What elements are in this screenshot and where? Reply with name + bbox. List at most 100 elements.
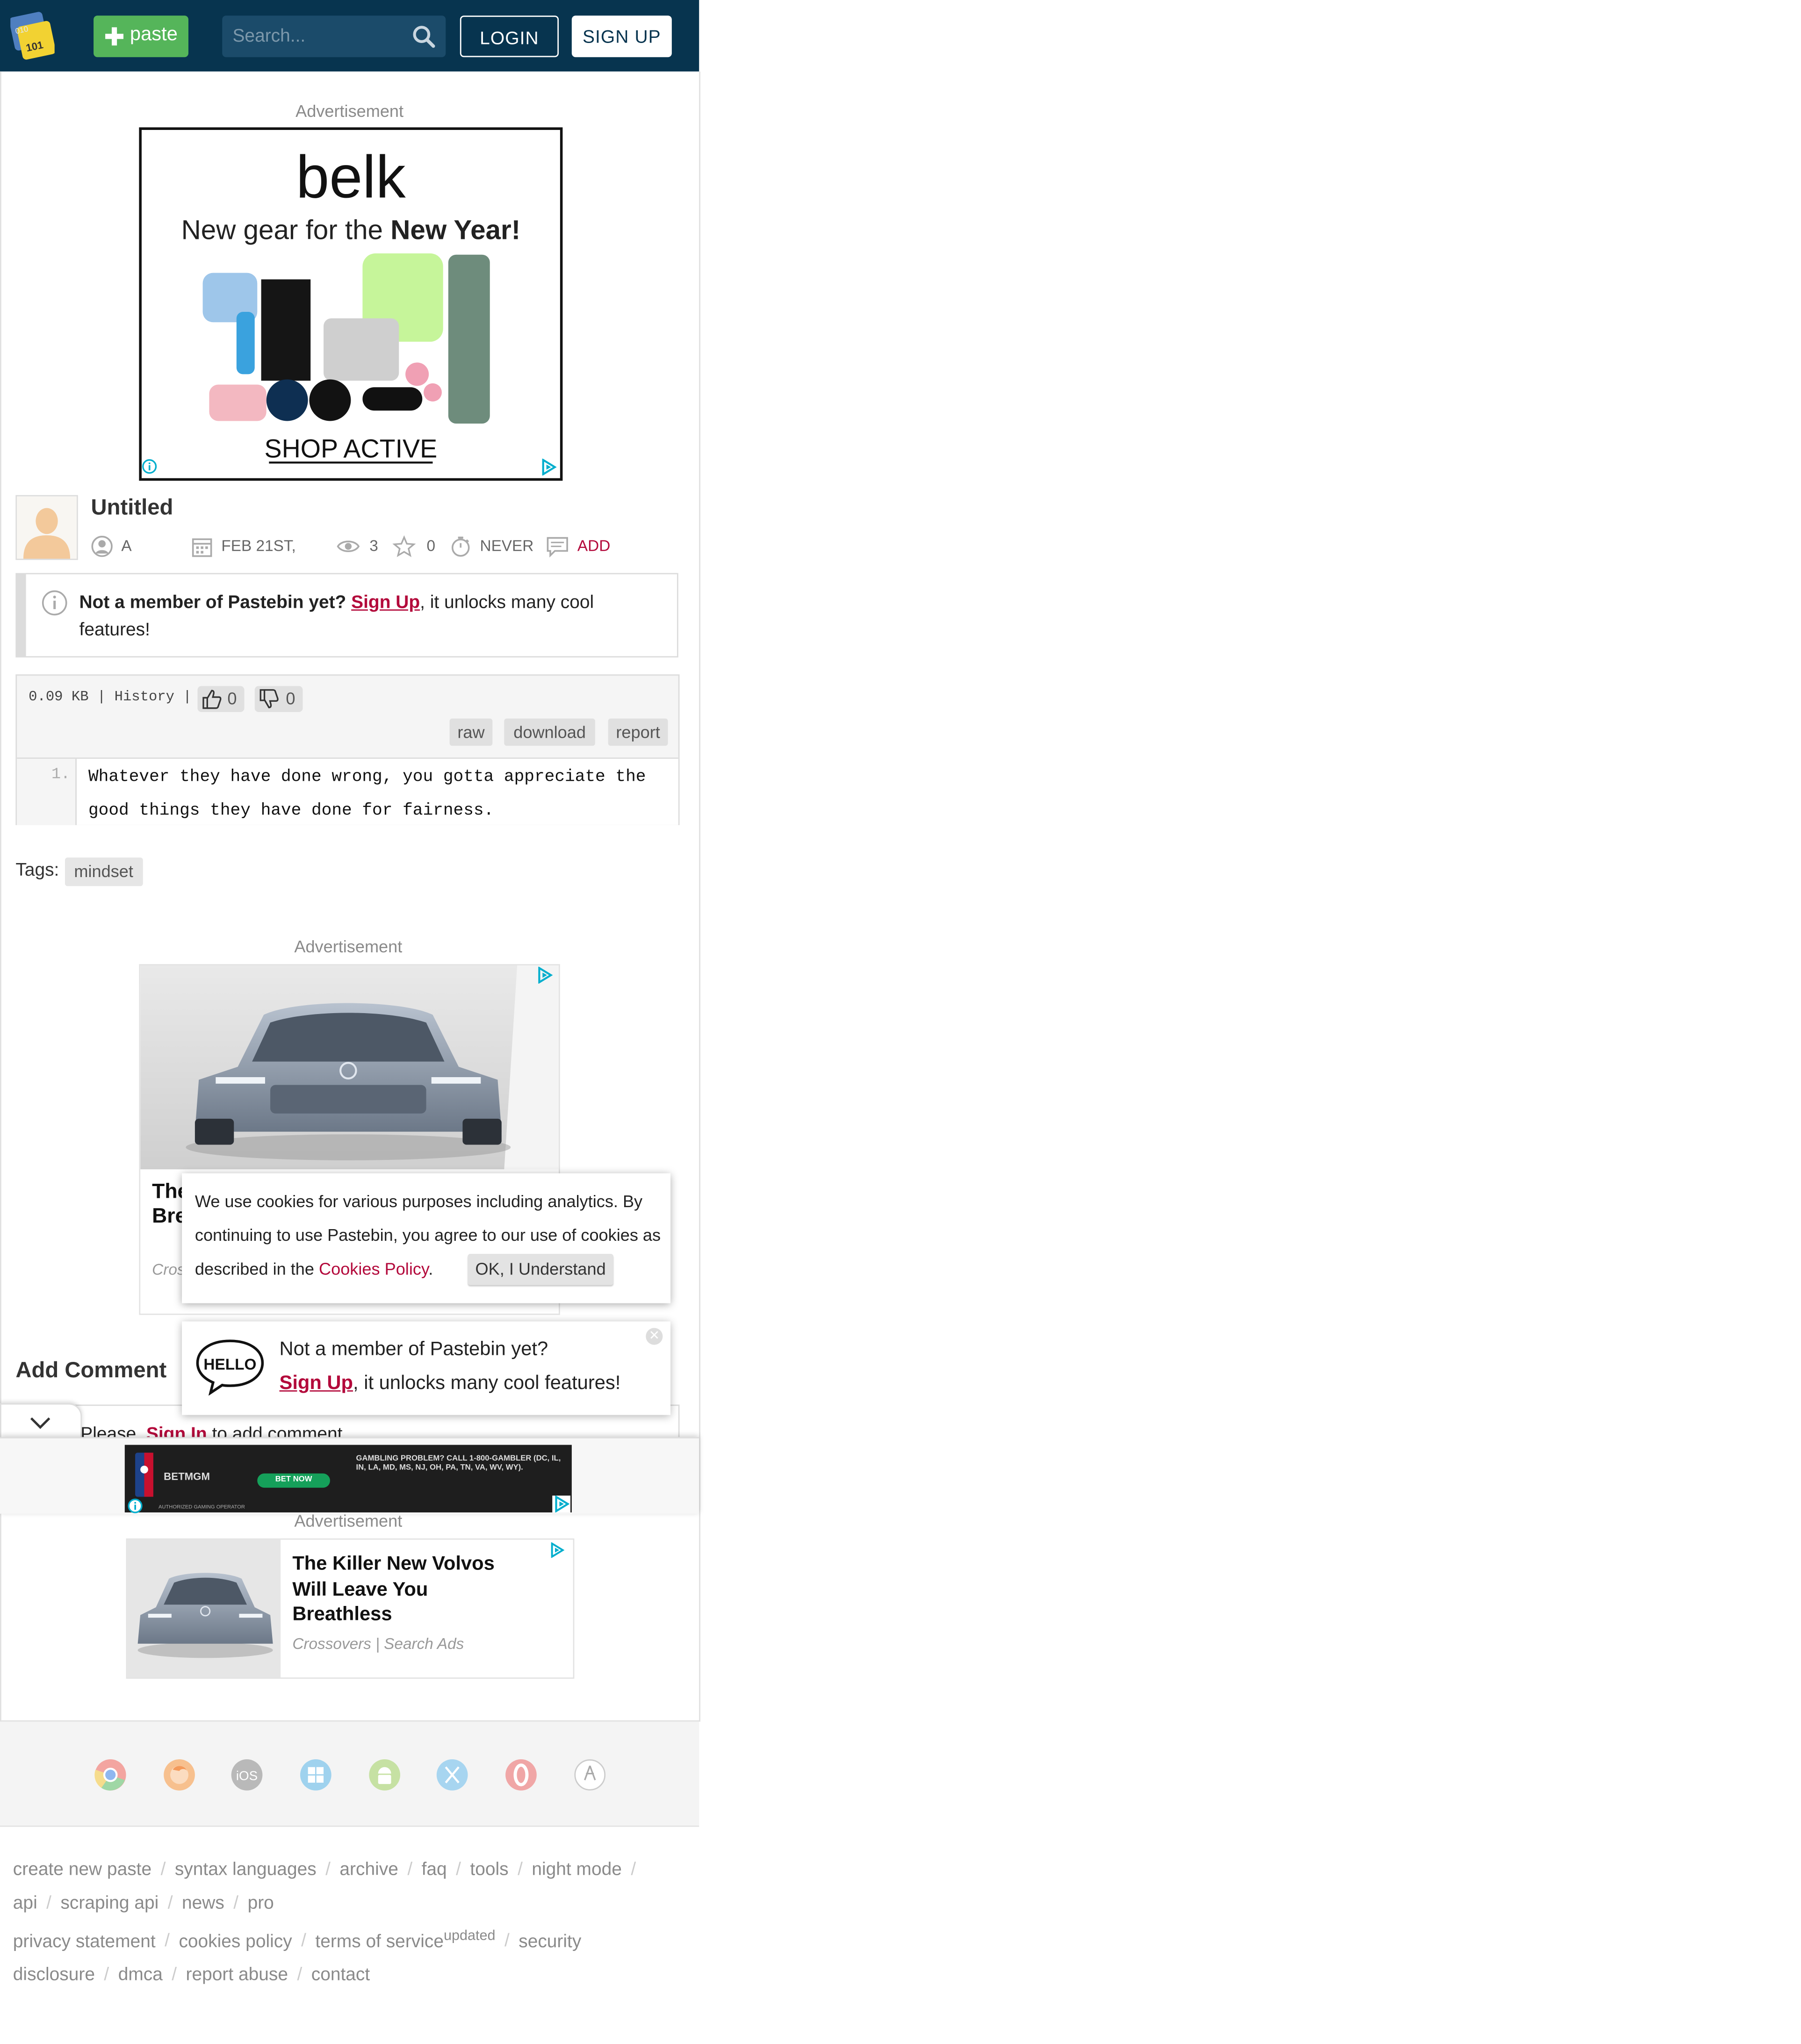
signup-notice-text: Not a member of Pastebin yet? Sign Up, i…	[79, 589, 625, 643]
volvo-car-image	[140, 965, 559, 1170]
thumbs-up-icon	[202, 690, 222, 709]
belk-cta: SHOP ACTIVE	[265, 434, 438, 463]
authorized-operator-text: AUTHORIZED GAMING OPERATOR	[158, 1503, 245, 1510]
popup-signup-link[interactable]: Sign Up	[280, 1372, 353, 1394]
date-info: FEB 21ST,	[191, 534, 296, 558]
hello-speech-bubble-icon: HELLO	[196, 1339, 264, 1396]
avatar[interactable]	[15, 495, 78, 560]
browser-extensions-strip: iOS	[0, 1721, 699, 1827]
line-number: 1.	[17, 759, 77, 825]
footer-link-api[interactable]: api	[13, 1892, 37, 1912]
like-count: 0	[227, 688, 237, 708]
belk-headline-bold: New Year!	[390, 215, 520, 245]
user-icon	[91, 536, 113, 558]
calendar-icon	[192, 539, 212, 558]
raw-button[interactable]: raw	[449, 718, 493, 746]
footer-links: create new paste / syntax languages / archiv…	[13, 1858, 636, 1985]
footer-link-create-new-paste[interactable]: create new paste	[13, 1858, 151, 1878]
notice-signup-link[interactable]: Sign Up	[351, 591, 420, 612]
add-comment-link[interactable]: ADD	[546, 534, 610, 558]
like-button[interactable]: 0	[197, 686, 245, 713]
footer-link-contact[interactable]: contact	[311, 1964, 370, 1984]
footer-link-report-abuse[interactable]: report abuse	[186, 1964, 288, 1984]
mac-icon[interactable]	[435, 1758, 469, 1792]
windows-icon[interactable]	[299, 1758, 332, 1792]
cookies-policy-link[interactable]: Cookies Policy	[319, 1259, 428, 1279]
footer-link-syntax-languages[interactable]: syntax languages	[175, 1858, 317, 1878]
author-info[interactable]: A	[91, 534, 132, 558]
notice-bold-text: Not a member of Pastebin yet?	[79, 591, 346, 612]
svg-text:New gear for the New Year!: New gear for the New Year!	[181, 215, 521, 245]
cookie-accept-button[interactable]: OK, I Understand	[468, 1253, 613, 1285]
betmgm-brand: BETMGM	[164, 1471, 210, 1483]
advertisement-label: Advertisement	[295, 101, 404, 121]
code-area[interactable]: 1. Whatever they have done wrong, you go…	[17, 757, 678, 825]
bet-now-button[interactable]: BET NOW	[257, 1473, 330, 1488]
popup-rest-text: , it unlocks many cool features!	[353, 1372, 621, 1395]
cookie-period: .	[428, 1259, 433, 1279]
footer-link-night-mode[interactable]: night mode	[532, 1858, 622, 1878]
advertisement-label-2: Advertisement	[294, 936, 403, 957]
ios-icon[interactable]: iOS	[230, 1758, 264, 1792]
cookie-consent-popup: We use cookies for various purposes incl…	[182, 1173, 671, 1303]
ad-info-icon[interactable]	[142, 459, 157, 474]
footer-link-terms-of-service[interactable]: terms of service	[315, 1930, 444, 1950]
volvo-car-thumbnail	[127, 1540, 281, 1677]
thumbs-down-icon	[259, 689, 279, 708]
ios-icon-text: iOS	[236, 1769, 258, 1783]
volvo-ad-source: Cros	[152, 1260, 185, 1279]
views-info: 3	[337, 534, 378, 557]
adchoices-icon[interactable]	[548, 1542, 565, 1558]
search-input[interactable]	[222, 15, 402, 55]
report-button[interactable]: report	[608, 718, 668, 746]
footer-link-tools[interactable]: tools	[470, 1858, 508, 1878]
belk-advertisement[interactable]: belk New gear for the New Year! SHOP ACT…	[139, 127, 563, 481]
hello-badge-text: HELLO	[203, 1356, 256, 1373]
footer-link-privacy-statement[interactable]: privacy statement	[13, 1930, 156, 1950]
stars-info: 0	[392, 534, 435, 558]
new-paste-label: paste	[130, 23, 178, 46]
adchoices-icon[interactable]	[552, 1495, 571, 1512]
footer-link-cookies-policy[interactable]: cookies policy	[179, 1930, 292, 1950]
signup-popup: HELLO Not a member of Pastebin yet? Sign…	[182, 1321, 671, 1415]
volvo-ad-2-title: The Killer New Volvos Will Leave You Bre…	[292, 1553, 495, 1626]
linux-icon[interactable]	[573, 1758, 607, 1792]
belk-ad-image: belk New gear for the New Year! SHOP ACT…	[141, 130, 560, 478]
footer-link-faq[interactable]: faq	[422, 1858, 447, 1878]
signup-button[interactable]: SIGN UP	[571, 15, 672, 58]
chrome-icon[interactable]	[94, 1758, 127, 1792]
footer-link-dmca[interactable]: dmca	[118, 1964, 163, 1984]
betmgm-advertisement[interactable]: BETMGM BET NOW GAMBLING PROBLEM? CALL 1-…	[124, 1445, 572, 1512]
signup-notice: Not a member of Pastebin yet? Sign Up, i…	[15, 573, 678, 658]
new-paste-button[interactable]: paste	[94, 15, 188, 58]
signup-popup-text: Not a member of Pastebin yet? Sign Up, i…	[280, 1333, 656, 1401]
volvo-ad-2-source: Crossovers | Search Ads	[292, 1634, 464, 1653]
pastebin-logo-icon[interactable]: 101 010	[10, 10, 55, 60]
close-icon[interactable]: ✕	[646, 1328, 663, 1345]
paste-code-box: 0.09 KB | History | 0 0 raw download rep…	[15, 674, 680, 825]
android-icon[interactable]	[368, 1758, 402, 1792]
timer-icon	[451, 537, 470, 557]
adchoices-icon[interactable]	[539, 459, 557, 476]
adchoices-icon[interactable]	[535, 966, 554, 984]
firefox-icon[interactable]	[162, 1758, 196, 1792]
footer-link-pro[interactable]: pro	[248, 1892, 274, 1912]
download-button[interactable]: download	[504, 718, 595, 746]
info-icon	[42, 590, 67, 616]
plus-icon	[105, 27, 124, 46]
dislike-button[interactable]: 0	[254, 686, 303, 713]
opera-icon[interactable]	[504, 1758, 538, 1792]
chevron-down-icon	[30, 1417, 50, 1429]
top-bar: 101 010 paste LOGIN SIGN UP	[0, 0, 699, 72]
tags-label: Tags:	[15, 859, 59, 880]
belk-brand: belk	[296, 144, 406, 210]
dislike-count: 0	[286, 688, 295, 708]
footer-link-archive[interactable]: archive	[339, 1858, 398, 1878]
footer-link-news[interactable]: news	[182, 1892, 224, 1912]
search-icon[interactable]	[412, 25, 435, 48]
code-text: Whatever they have done wrong, you gotta…	[88, 766, 646, 820]
tag-mindset[interactable]: mindset	[65, 857, 143, 886]
volvo-advertisement-2[interactable]: The Killer New Volvos Will Leave You Bre…	[126, 1538, 575, 1679]
footer-link-scraping-api[interactable]: scraping api	[60, 1892, 158, 1912]
login-button[interactable]: LOGIN	[460, 15, 559, 58]
